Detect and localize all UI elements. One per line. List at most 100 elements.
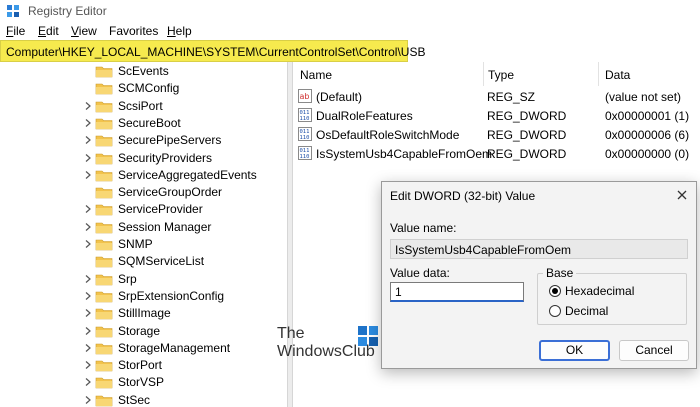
column-divider[interactable] xyxy=(598,62,599,86)
value-row[interactable]: ab (Default) REG_SZ (value not set) xyxy=(294,87,700,106)
svg-text:110: 110 xyxy=(300,154,310,160)
tree-item-label: SecureBoot xyxy=(118,115,181,130)
tree-item-label: StSec xyxy=(118,392,151,407)
tree-item[interactable]: StorVSP xyxy=(0,374,285,391)
dword-value-icon: 011110 xyxy=(298,127,312,141)
ok-button[interactable]: OK xyxy=(539,340,610,361)
tree-item[interactable]: SCMConfig xyxy=(0,80,285,97)
folder-icon xyxy=(95,222,113,233)
chevron-right-icon[interactable] xyxy=(83,291,93,301)
key-tree[interactable]: ScEvents SCMConfig ScsiPort SecureBoot Secur… xyxy=(0,62,285,407)
tree-item-label: ScEvents xyxy=(118,64,169,78)
chevron-right-icon[interactable] xyxy=(83,274,93,284)
value-data-input[interactable]: 1 xyxy=(390,282,524,302)
value-type: REG_DWORD xyxy=(487,147,567,161)
chevron-right-icon[interactable] xyxy=(83,118,93,128)
tree-item[interactable]: ScEvents xyxy=(0,63,285,80)
value-row[interactable]: 011 110 IsSystemUsb4CapableFromOem REG_DWOR… xyxy=(294,144,700,163)
menu-view[interactable]: View xyxy=(71,24,97,38)
tree-item[interactable]: SecurityProviders xyxy=(0,150,285,167)
chevron-right-icon[interactable] xyxy=(83,204,93,214)
chevron-right-icon[interactable] xyxy=(83,239,93,249)
chevron-right-icon[interactable] xyxy=(83,308,93,318)
tree-item[interactable]: Storage xyxy=(0,323,285,340)
hexadecimal-label[interactable]: Hexadecimal xyxy=(565,284,634,298)
hexadecimal-radio[interactable] xyxy=(549,285,561,297)
tree-item[interactable]: Srp xyxy=(0,271,285,288)
folder-icon xyxy=(95,360,113,372)
menu-help[interactable]: Help xyxy=(167,24,192,38)
close-icon[interactable] xyxy=(675,188,689,202)
folder-icon xyxy=(95,83,113,95)
folder-icon xyxy=(95,274,113,285)
value-name-label: Value name: xyxy=(390,221,457,235)
value-row[interactable]: 011 110 DualRoleFeatures REG_DWORD 0x0000000… xyxy=(294,106,700,125)
decimal-radio[interactable] xyxy=(549,305,561,317)
cancel-button[interactable]: Cancel xyxy=(619,340,689,361)
chevron-right-icon[interactable] xyxy=(83,222,93,232)
svg-text:ab: ab xyxy=(300,92,310,101)
value-data-text: 1 xyxy=(395,285,402,299)
folder-icon xyxy=(95,170,113,182)
watermark-line1: The xyxy=(277,325,305,342)
tree-item[interactable]: StillImage xyxy=(0,305,285,322)
folder-icon xyxy=(95,378,113,389)
chevron-right-icon[interactable] xyxy=(83,101,93,111)
svg-text:110: 110 xyxy=(300,116,310,122)
chevron-right-icon[interactable] xyxy=(83,153,93,163)
tree-item[interactable]: SNMP xyxy=(0,236,285,253)
tree-item[interactable]: SecurePipeServers xyxy=(0,132,285,149)
tree-item-label: SCMConfig xyxy=(118,81,180,96)
tree-item-label: Storage xyxy=(118,323,161,338)
tree-item-label: ServiceProvider xyxy=(118,202,203,217)
chevron-right-icon[interactable] xyxy=(83,343,93,353)
chevron-right-icon[interactable] xyxy=(83,170,93,180)
registry-editor-icon xyxy=(7,5,19,17)
tree-item[interactable]: SrpExtensionConfig xyxy=(0,288,285,305)
decimal-label[interactable]: Decimal xyxy=(565,304,608,318)
folder-icon xyxy=(95,239,113,251)
tree-item[interactable]: ScsiPort xyxy=(0,98,285,115)
folder-icon xyxy=(95,256,113,268)
tree-item[interactable]: StSec xyxy=(0,392,285,407)
folder-icon xyxy=(95,308,113,320)
tree-item[interactable]: ServiceGroupOrder xyxy=(0,184,285,201)
string-value-icon: ab xyxy=(298,89,312,103)
dialog-title: Edit DWORD (32-bit) Value xyxy=(390,189,536,203)
column-name-header[interactable]: Name xyxy=(300,68,332,82)
tree-item[interactable]: Session Manager xyxy=(0,219,285,236)
tree-item[interactable]: SQMServiceList xyxy=(0,253,285,270)
column-data-header[interactable]: Data xyxy=(605,68,630,82)
tree-item[interactable]: StorageManagement xyxy=(0,340,285,357)
tree-item-label: Session Manager xyxy=(118,219,212,234)
windowsclub-logo-icon xyxy=(358,326,378,346)
chevron-right-icon[interactable] xyxy=(83,135,93,145)
chevron-right-icon[interactable] xyxy=(83,360,93,370)
value-type: REG_SZ xyxy=(487,90,536,104)
base-group xyxy=(537,273,687,325)
chevron-right-icon[interactable] xyxy=(83,377,93,387)
value-data-label: Value data: xyxy=(390,266,450,280)
tree-item-label: StorPort xyxy=(118,358,163,373)
value-name-field: IsSystemUsb4CapableFromOem xyxy=(390,239,688,259)
menu-bar: File Edit View Favorites Help xyxy=(0,22,700,40)
tree-item[interactable]: ServiceAggregatedEvents xyxy=(0,167,285,184)
value-row[interactable]: 011 110 OsDefaultRoleSwitchMode REG_DWORD 0x… xyxy=(294,125,700,144)
value-data: 0x00000000 (0) xyxy=(605,147,690,161)
menu-favorites[interactable]: Favorites xyxy=(109,24,158,38)
chevron-right-icon[interactable] xyxy=(83,326,93,336)
chevron-right-icon[interactable] xyxy=(83,395,93,405)
tree-item[interactable]: ServiceProvider xyxy=(0,201,285,218)
tree-item-label: StorageManagement xyxy=(118,340,231,355)
tree-item[interactable]: StorPort xyxy=(0,357,285,374)
menu-file[interactable]: File xyxy=(6,24,25,38)
tree-item-label: StillImage xyxy=(118,306,171,321)
column-type-header[interactable]: Type xyxy=(488,68,514,82)
tree-item-label: SecurePipeServers xyxy=(118,133,222,148)
address-bar[interactable]: Computer\HKEY_LOCAL_MACHINE\SYSTEM\Curre… xyxy=(0,40,425,62)
menu-edit[interactable]: Edit xyxy=(38,24,59,38)
column-divider[interactable] xyxy=(483,62,484,86)
folder-icon xyxy=(95,118,113,130)
tree-item[interactable]: SecureBoot xyxy=(0,115,285,132)
folder-icon xyxy=(95,187,113,199)
